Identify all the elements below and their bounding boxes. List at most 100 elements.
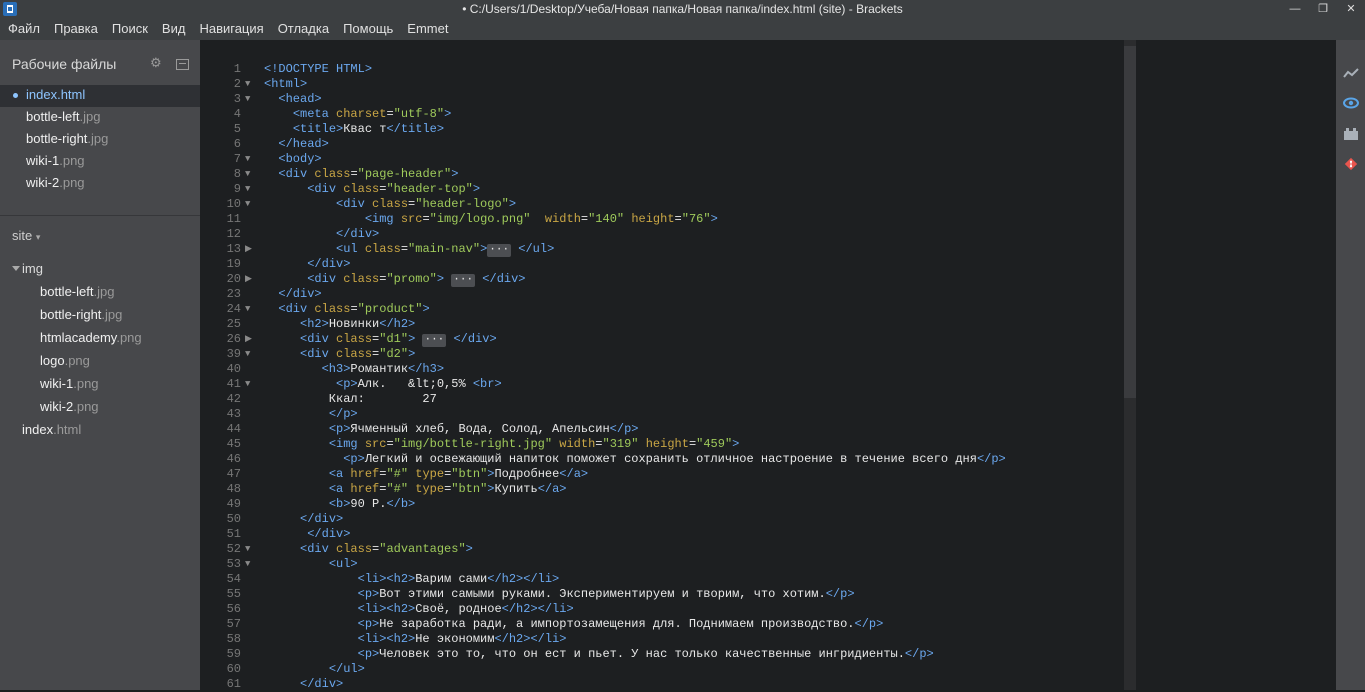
eye-icon[interactable] (1343, 96, 1359, 110)
fold-collapsed-icon[interactable]: ▶ (245, 332, 257, 347)
tree-folder[interactable]: img (0, 259, 200, 282)
extension-manager-icon[interactable] (1343, 127, 1359, 141)
code-line[interactable]: 19 </div> (200, 257, 1324, 272)
code-line[interactable]: 6 </head> (200, 137, 1324, 152)
menu-view[interactable]: Вид (155, 18, 193, 40)
fold-expanded-icon[interactable]: ▼ (245, 347, 257, 362)
code-line[interactable]: 24 ▼ <div class="product"> (200, 302, 1324, 317)
code-line[interactable]: 53 ▼ <ul> (200, 557, 1324, 572)
editor-scrollbar-thumb[interactable] (1124, 46, 1136, 398)
code-line[interactable]: 12 </div> (200, 227, 1324, 242)
code-line[interactable]: 51 </div> (200, 527, 1324, 542)
code-line[interactable]: 58 <li><h2>Не экономим</h2></li> (200, 632, 1324, 647)
menu-debug[interactable]: Отладка (271, 18, 336, 40)
code-line[interactable]: 8 ▼ <div class="page-header"> (200, 167, 1324, 182)
code-line[interactable]: 43 </p> (200, 407, 1324, 422)
code-token: <div (278, 167, 315, 181)
code-line[interactable]: 42 Ккал: 27 (200, 392, 1324, 407)
fold-expanded-icon[interactable]: ▼ (245, 92, 257, 107)
code-line[interactable]: 3 ▼ <head> (200, 92, 1324, 107)
code-line[interactable]: 57 <p>Не заработка ради, а импортозамеще… (200, 617, 1324, 632)
git-icon[interactable] (1343, 157, 1359, 171)
live-preview-icon[interactable] (1343, 66, 1359, 80)
folded-code-widget[interactable]: ··· (451, 274, 476, 287)
menu-file[interactable]: Файл (0, 18, 47, 40)
folded-code-widget[interactable]: ··· (487, 244, 512, 257)
working-file-item[interactable]: wiki-1.png (0, 151, 200, 173)
fold-expanded-icon[interactable]: ▼ (245, 302, 257, 317)
menu-help[interactable]: Помощь (336, 18, 400, 40)
code-line[interactable]: 56 <li><h2>Своё, родное</h2></li> (200, 602, 1324, 617)
fold-expanded-icon[interactable]: ▼ (245, 167, 257, 182)
code-line[interactable]: 1 <!DOCTYPE HTML> (200, 62, 1324, 77)
code-line[interactable]: 45 <img src="img/bottle-right.jpg" width… (200, 437, 1324, 452)
code-line[interactable]: 40 <h3>Романтик</h3> (200, 362, 1324, 377)
code-line[interactable]: 10 ▼ <div class="header-logo"> (200, 197, 1324, 212)
menu-find[interactable]: Поиск (105, 18, 155, 40)
fold-expanded-icon[interactable]: ▼ (245, 77, 257, 92)
tree-file[interactable]: wiki-1.png (0, 374, 200, 397)
code-line[interactable]: 26 ▶ <div class="d1"> ··· </div> (200, 332, 1324, 347)
code-line[interactable]: 5 <title>Квас т</title> (200, 122, 1324, 137)
fold-collapsed-icon[interactable]: ▶ (245, 272, 257, 287)
code-editor[interactable]: 1 <!DOCTYPE HTML> 2 ▼ <html> 3 ▼ <head> 4 <meta… (200, 40, 1324, 691)
fold-expanded-icon[interactable]: ▼ (245, 182, 257, 197)
code-line[interactable]: 25 <h2>Новинки</h2> (200, 317, 1324, 332)
tree-file[interactable]: htmlacademy.png (0, 328, 200, 351)
close-button[interactable]: ✕ (1337, 0, 1365, 18)
code-line[interactable]: 39 ▼ <div class="d2"> (200, 347, 1324, 362)
working-file-item[interactable]: index.html (0, 85, 200, 107)
code-line[interactable]: 23 </div> (200, 287, 1324, 302)
code-line[interactable]: 4 <meta charset="utf-8"> (200, 107, 1324, 122)
fold-expanded-icon[interactable]: ▼ (245, 197, 257, 212)
fold-expanded-icon[interactable]: ▼ (245, 542, 257, 557)
code-line[interactable]: 44 <p>Ячменный хлеб, Вода, Солод, Апельс… (200, 422, 1324, 437)
code-text: <div class="d1"> ··· </div> (264, 332, 497, 347)
working-file-item[interactable]: wiki-2.png (0, 173, 200, 195)
fold-expanded-icon[interactable]: ▼ (245, 557, 257, 572)
split-view-icon[interactable] (176, 59, 189, 70)
code-line[interactable]: 50 </div> (200, 512, 1324, 527)
tree-file[interactable]: bottle-right.jpg (0, 305, 200, 328)
menu-navigate[interactable]: Навигация (192, 18, 270, 40)
code-line[interactable]: 11 <img src="img/logo.png" width="140" h… (200, 212, 1324, 227)
menu-edit[interactable]: Правка (47, 18, 105, 40)
code-line[interactable]: 49 <b>90 Р.</b> (200, 497, 1324, 512)
code-token: width (559, 437, 596, 451)
code-line[interactable]: 46 <p>Легкий и освежающий напиток поможе… (200, 452, 1324, 467)
folded-code-widget[interactable]: ··· (422, 334, 447, 347)
menu-emmet[interactable]: Emmet (400, 18, 455, 40)
code-line[interactable]: 54 <li><h2>Варим сами</h2></li> (200, 572, 1324, 587)
code-line[interactable]: 59 <p>Человек это то, что он ест и пьет.… (200, 647, 1324, 662)
code-line[interactable]: 13 ▶ <ul class="main-nav"> ··· </ul> (200, 242, 1324, 257)
tree-file[interactable]: wiki-2.png (0, 397, 200, 420)
code-line[interactable]: 48 <a href="#" type="btn">Купить</a> (200, 482, 1324, 497)
code-line[interactable]: 60 </ul> (200, 662, 1324, 677)
minimize-button[interactable]: — (1281, 0, 1309, 18)
code-line[interactable]: 20 ▶ <div class="promo"> ··· </div> (200, 272, 1324, 287)
folder-expanded-icon[interactable] (12, 266, 20, 271)
file-name: index (22, 422, 54, 437)
code-area[interactable]: 1 <!DOCTYPE HTML> 2 ▼ <html> 3 ▼ <head> 4 <meta… (200, 46, 1324, 691)
code-line[interactable]: 2 ▼ <html> (200, 77, 1324, 92)
tree-file[interactable]: bottle-left.jpg (0, 282, 200, 305)
tree-file[interactable]: index.html (0, 420, 200, 443)
fold-expanded-icon[interactable]: ▼ (245, 377, 257, 392)
fold-expanded-icon[interactable]: ▼ (245, 152, 257, 167)
file-extension: .html (57, 87, 86, 102)
code-line[interactable]: 47 <a href="#" type="btn">Подробнее</a> (200, 467, 1324, 482)
code-line[interactable]: 9 ▼ <div class="header-top"> (200, 182, 1324, 197)
code-line[interactable]: 7 ▼ <body> (200, 152, 1324, 167)
project-dropdown[interactable]: site ▾ (12, 228, 40, 243)
code-line[interactable]: 52 ▼ <div class="advantages"> (200, 542, 1324, 557)
gear-icon[interactable]: ⚙ (150, 56, 162, 69)
working-file-item[interactable]: bottle-left.jpg (0, 107, 200, 129)
code-line[interactable]: 55 <p>Вот этими самыми руками. Экспериме… (200, 587, 1324, 602)
working-file-item[interactable]: bottle-right.jpg (0, 129, 200, 151)
code-text: <li><h2>Своё, родное</h2></li> (264, 602, 574, 617)
maximize-button[interactable]: ❐ (1309, 0, 1337, 18)
fold-collapsed-icon[interactable]: ▶ (245, 242, 257, 257)
tree-file[interactable]: logo.png (0, 351, 200, 374)
code-line[interactable]: 41 ▼ <p>Алк. &lt;0,5% <br> (200, 377, 1324, 392)
